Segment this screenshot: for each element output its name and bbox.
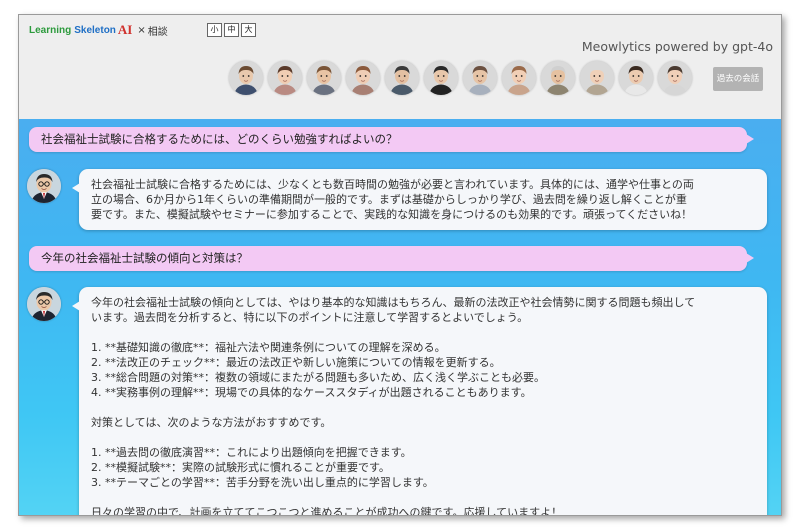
past-conversations-button[interactable]: 過去の会話 xyxy=(713,67,763,91)
user-message: 社会福祉士試験に合格するためには、どのくらい勉強すればよいの？ xyxy=(29,127,754,152)
woman-avatar-icon[interactable] xyxy=(346,61,380,95)
persona-avatar-list xyxy=(229,61,692,95)
assistant-message-text: 今年の社会福祉士試験の傾向としては、やはり基本的な知識はもちろん、最新の法改正や… xyxy=(91,296,696,516)
woman-avatar-icon[interactable] xyxy=(658,61,692,95)
font-size-small-button[interactable]: 小 xyxy=(207,23,222,37)
man-avatar-icon[interactable] xyxy=(385,61,419,95)
assistant-message: 今年の社会福祉士試験の傾向としては、やはり基本的な知識はもちろん、最新の法改正や… xyxy=(72,287,767,516)
user-message-text: 今年の社会福祉士試験の傾向と対策は？ xyxy=(41,251,248,265)
elder-woman-avatar-icon[interactable] xyxy=(580,61,614,95)
brand-times: × xyxy=(137,24,146,36)
assistant-avatar-icon xyxy=(27,287,61,321)
font-size-large-button[interactable]: 大 xyxy=(241,23,256,37)
app-window: Learning Skeleton AI × 相談 小 中 大 Meowlyti… xyxy=(18,14,782,516)
assistant-message: 社会福祉士試験に合格するためには、少なくとも数百時間の勉強が必要と言われています… xyxy=(72,169,767,230)
chat-area[interactable]: 社会福祉士試験に合格するためには、どのくらい勉強すればよいの？ 社会福祉士試験に… xyxy=(19,119,781,515)
woman-avatar-icon[interactable] xyxy=(268,61,302,95)
man-avatar-icon[interactable] xyxy=(307,61,341,95)
font-size-medium-button[interactable]: 中 xyxy=(224,23,239,37)
font-size-switcher: 小 中 大 xyxy=(207,23,256,37)
header-bar: Learning Skeleton AI × 相談 小 中 大 Meowlyti… xyxy=(19,15,781,119)
user-message-text: 社会福祉士試験に合格するためには、どのくらい勉強すればよいの？ xyxy=(41,132,398,146)
assistant-avatar-icon xyxy=(27,169,61,203)
brand-ai: AI xyxy=(117,22,133,37)
man-avatar-icon[interactable] xyxy=(463,61,497,95)
brand-logo: Learning Skeleton AI × 相談 xyxy=(29,21,168,39)
brand-learning: Learning xyxy=(29,24,72,36)
glasses-man-avatar-icon[interactable] xyxy=(424,61,458,95)
powered-by-label: Meowlytics powered by gpt-4o xyxy=(581,39,773,54)
brand-consult: 相談 xyxy=(147,26,168,38)
woman-avatar-icon[interactable] xyxy=(502,61,536,95)
assistant-message-text: 社会福祉士試験に合格するためには、少なくとも数百時間の勉強が必要と言われています… xyxy=(91,178,694,221)
elder-man-avatar-icon[interactable] xyxy=(541,61,575,95)
user-message: 今年の社会福祉士試験の傾向と対策は？ xyxy=(29,246,754,271)
businessman-avatar-icon[interactable] xyxy=(229,61,263,95)
brand-skeleton: Skeleton xyxy=(74,24,116,36)
young-man-avatar-icon[interactable] xyxy=(619,61,653,95)
